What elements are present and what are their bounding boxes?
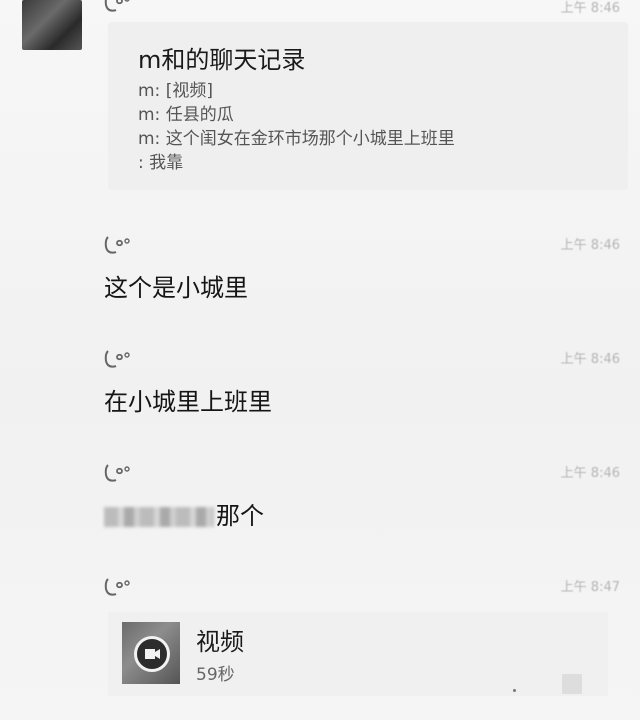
message-text[interactable]: 在小城里上班里 [104, 382, 272, 417]
more-options-icon[interactable] [562, 674, 582, 694]
forward-card-line: : 我靠 [138, 153, 184, 173]
sender-icon [104, 234, 134, 256]
video-play-icon [134, 636, 170, 672]
message-text[interactable]: 这个是小城里 [104, 268, 248, 303]
message-timestamp: 上午 8:46 [560, 1, 620, 16]
message-timestamp: 上午 8:47 [560, 580, 620, 595]
message-timestamp: 上午 8:46 [560, 352, 620, 367]
sender-icon [104, 0, 134, 14]
chat-screen: 上午 8:46 m和的聊天记录 m: [视频] m: 任县的瓜 m: 这个闺女在… [0, 0, 640, 720]
redacted-blur [104, 507, 214, 527]
forward-card-line: m: 任县的瓜 [138, 105, 234, 125]
message-timestamp: 上午 8:46 [560, 466, 620, 481]
message-timestamp: 上午 8:46 [560, 238, 620, 253]
forward-card-line: m: 这个闺女在金环市场那个小城里上班里 [138, 129, 455, 149]
dot-marker [513, 689, 516, 692]
user-avatar[interactable] [22, 0, 82, 50]
sender-icon [104, 348, 134, 370]
video-duration: 59秒 [196, 665, 235, 685]
forward-card-line: m: [视频] [138, 81, 213, 101]
video-thumbnail [122, 622, 180, 684]
forwarded-chat-record-card[interactable]: m和的聊天记录 m: [视频] m: 任县的瓜 m: 这个闺女在金环市场那个小城… [108, 22, 628, 190]
forward-card-title: m和的聊天记录 [138, 46, 306, 74]
video-title: 视频 [196, 628, 244, 656]
message-text: 那个 [216, 502, 264, 530]
message-text-redacted[interactable]: 那个 [104, 496, 264, 531]
sender-icon [104, 576, 134, 598]
sender-icon [104, 462, 134, 484]
video-message-card[interactable]: 视频 59秒 [108, 612, 608, 696]
